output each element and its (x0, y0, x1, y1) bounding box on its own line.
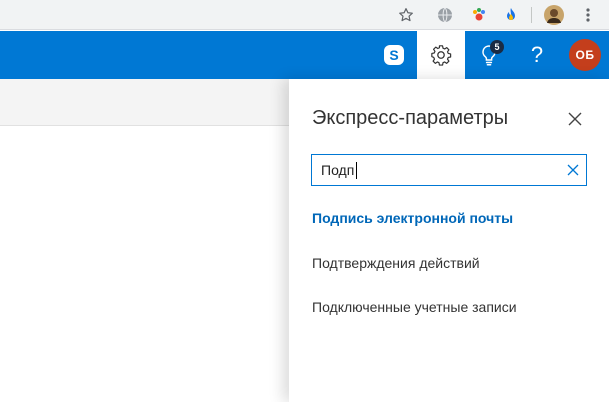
clear-search-button[interactable] (558, 155, 588, 185)
quick-settings-panel: Экспресс-параметры Подпись электронной п… (289, 79, 609, 402)
profile-avatar[interactable] (543, 4, 565, 26)
help-icon: ? (530, 42, 544, 67)
avatar: ОБ (569, 39, 601, 71)
settings-button[interactable] (417, 31, 465, 79)
settings-search-box (311, 154, 587, 186)
text-caret (356, 162, 357, 179)
help-button[interactable]: ? (513, 31, 561, 79)
panel-title: Экспресс-параметры (312, 107, 509, 129)
clear-icon (567, 164, 579, 176)
flame-extension-icon[interactable] (500, 4, 522, 26)
settings-search-input[interactable] (312, 155, 552, 185)
notifications-badge: 5 (490, 40, 504, 54)
skype-icon: S (384, 45, 404, 65)
account-button[interactable]: ОБ (561, 31, 609, 79)
kebab-menu-icon[interactable] (577, 4, 599, 26)
close-panel-button[interactable] (565, 109, 585, 129)
close-icon (568, 112, 582, 126)
search-result-email-signature[interactable]: Подпись электронной почты (312, 210, 513, 226)
paw-extension-icon[interactable] (468, 4, 490, 26)
skype-button[interactable]: S (370, 31, 418, 79)
search-result-connected-accounts[interactable]: Подключенные учетные записи (312, 299, 517, 315)
app-header-bar: S 5 ? ОБ (0, 31, 609, 79)
bookmark-star-icon[interactable] (395, 4, 417, 26)
globe-extension-icon[interactable] (434, 4, 456, 26)
browser-toolbar (0, 0, 609, 30)
gear-icon (431, 45, 452, 66)
tips-button[interactable]: 5 (465, 31, 513, 79)
toolbar-divider (531, 7, 532, 23)
search-result-action-confirmations[interactable]: Подтверждения действий (312, 255, 480, 271)
skype-letter: S (389, 47, 398, 63)
